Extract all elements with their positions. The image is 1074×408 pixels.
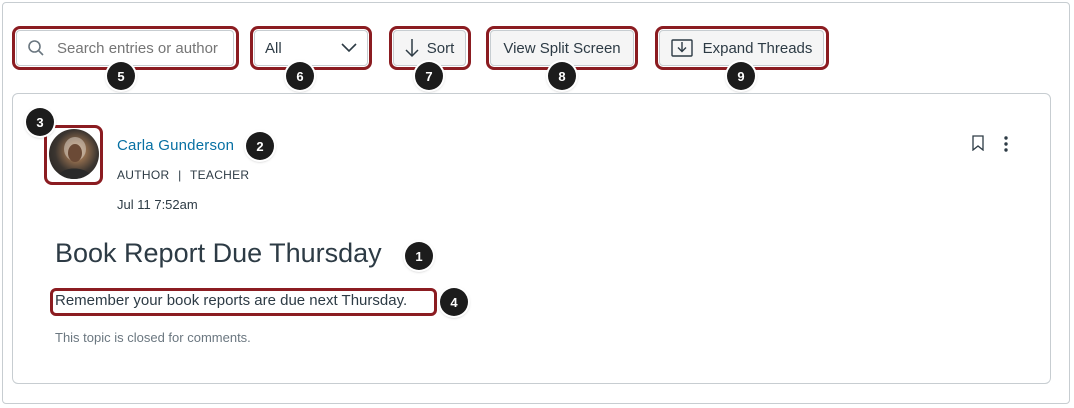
role-separator: | <box>178 168 182 182</box>
author-name-link[interactable]: Carla Gunderson <box>117 137 234 154</box>
post-title: Book Report Due Thursday <box>55 238 382 268</box>
callout-badge-2: 2 <box>246 132 274 160</box>
highlight-body <box>50 288 437 316</box>
role-teacher: TEACHER <box>189 168 250 182</box>
kebab-menu-icon[interactable] <box>1003 135 1009 153</box>
closed-comments-note: This topic is closed for comments. <box>55 330 251 345</box>
role-author: AUTHOR <box>117 168 170 182</box>
highlight-avatar <box>44 125 103 185</box>
callout-badge-1: 1 <box>405 242 433 270</box>
callout-badge-4: 4 <box>440 288 468 316</box>
callout-badge-3: 3 <box>26 108 54 136</box>
callout-badge-7: 7 <box>415 62 443 90</box>
callout-badge-9: 9 <box>727 62 755 90</box>
callout-badge-6: 6 <box>286 62 314 90</box>
callout-badge-8: 8 <box>548 62 576 90</box>
author-roles: AUTHOR | TEACHER <box>117 168 249 182</box>
highlight-filter <box>250 26 372 70</box>
callout-badge-5: 5 <box>107 62 135 90</box>
post-timestamp: Jul 11 7:52am <box>117 197 198 212</box>
bookmark-icon[interactable] <box>972 135 984 151</box>
